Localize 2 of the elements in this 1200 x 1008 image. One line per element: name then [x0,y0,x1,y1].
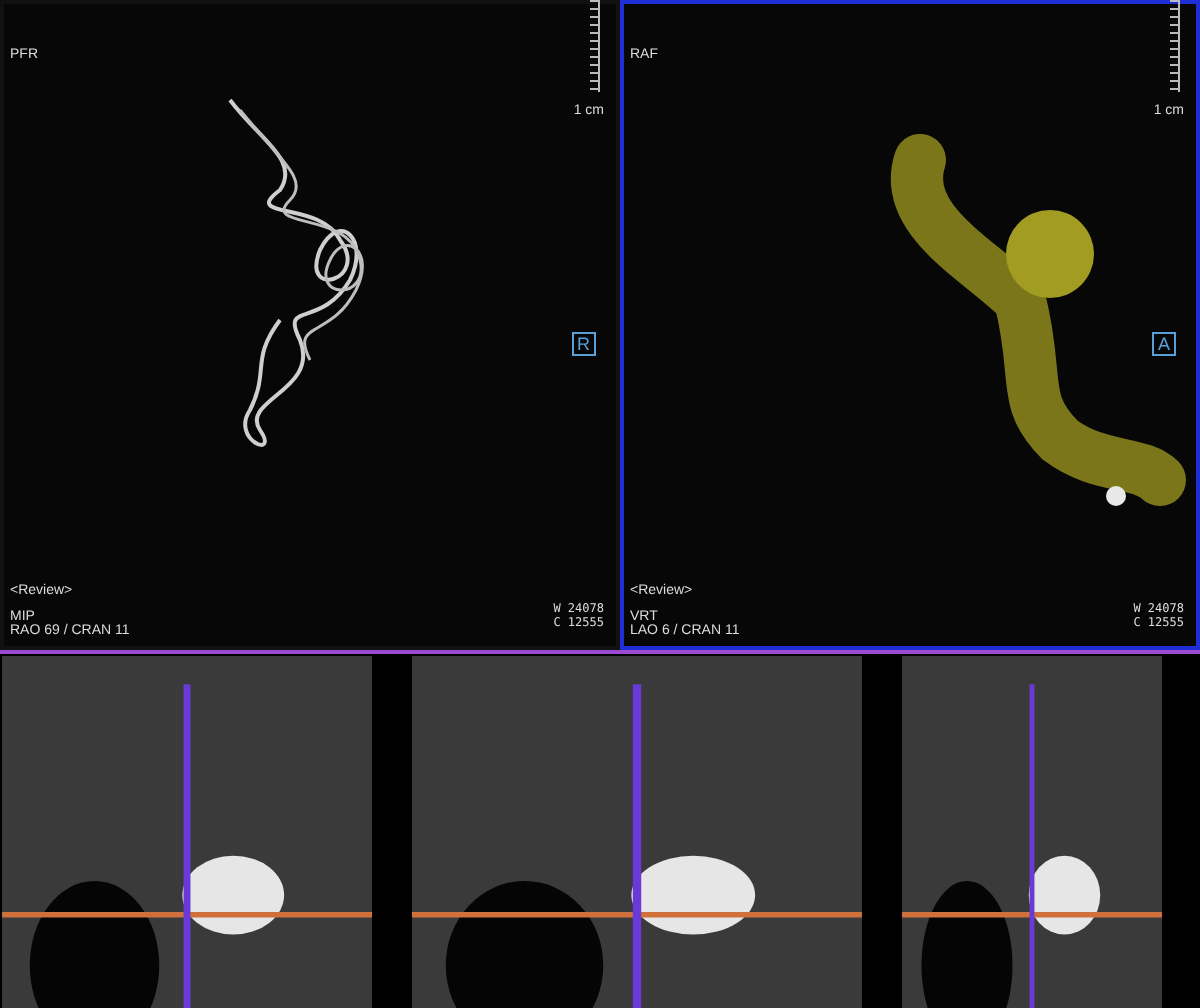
orientation-marker[interactable]: A [1151,332,1176,356]
orientation-marker[interactable]: R [571,332,596,356]
